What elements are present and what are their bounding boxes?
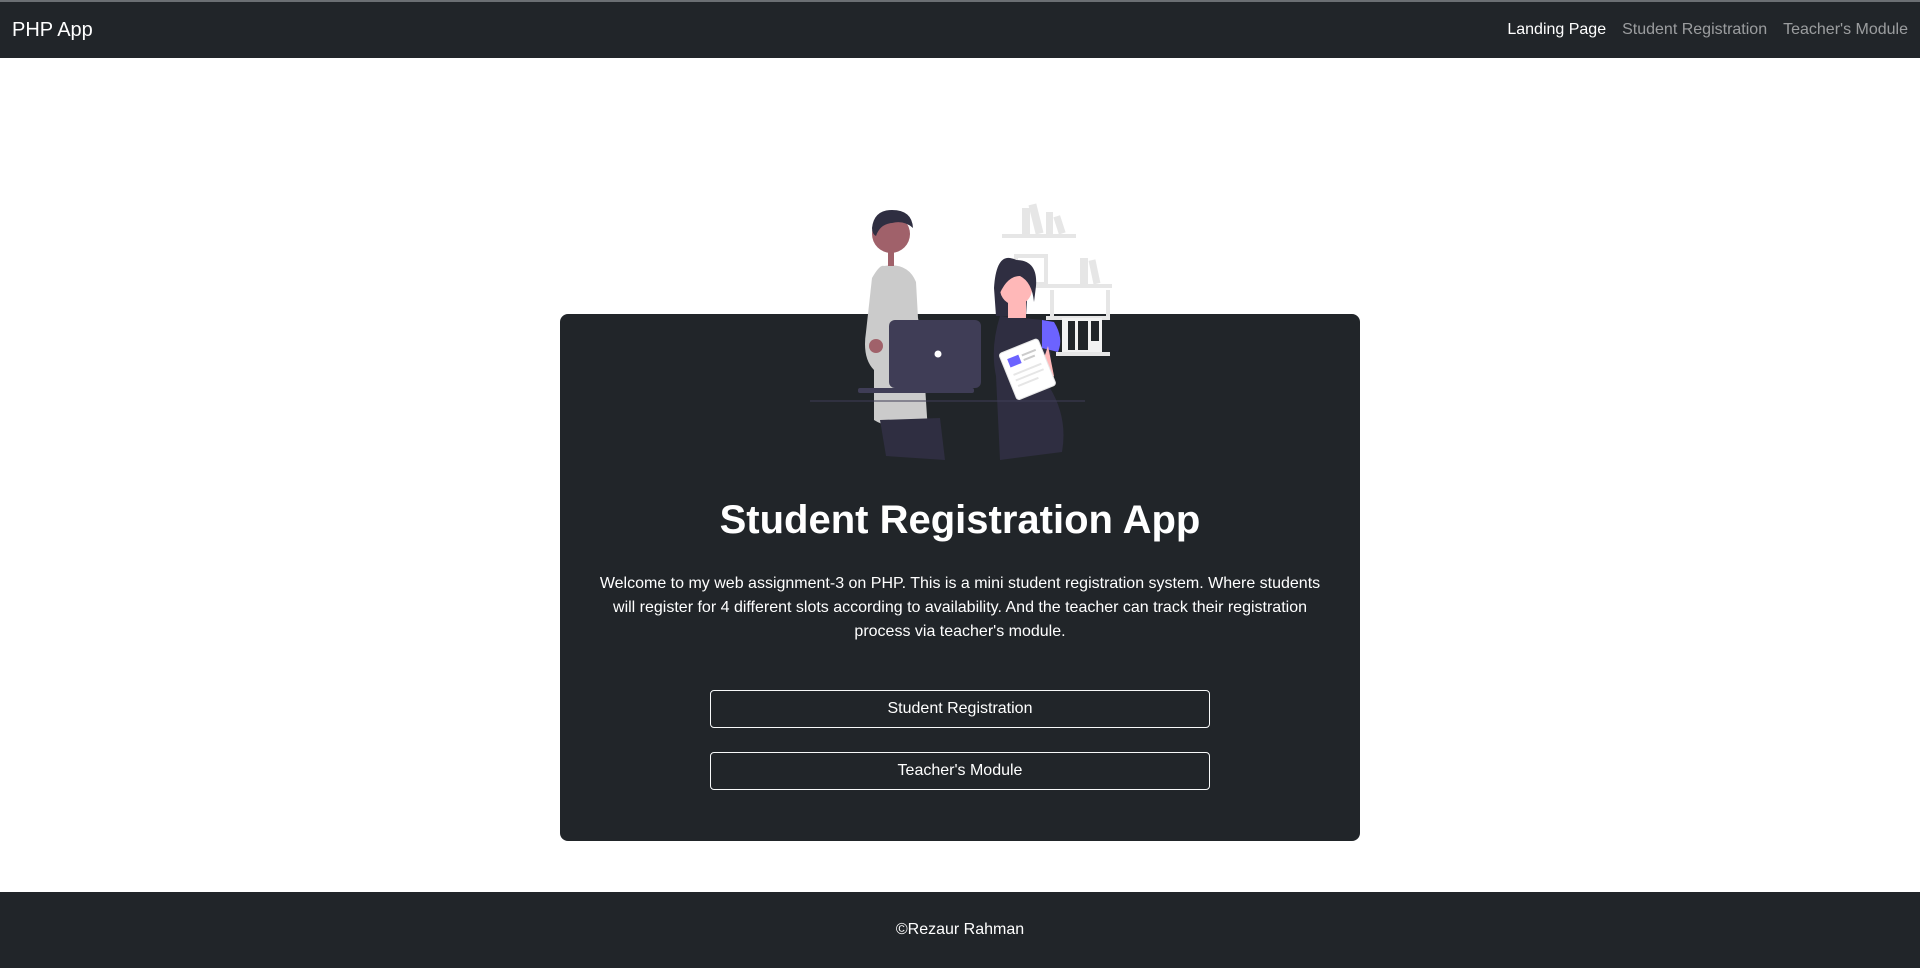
- shelf-books-graphic: [1056, 318, 1110, 356]
- nav-link-teachers-module[interactable]: Teacher's Module: [1783, 21, 1908, 39]
- student-registration-button[interactable]: Student Registration: [710, 690, 1210, 728]
- footer-copyright: ©Rezaur Rahman: [895, 921, 1025, 938]
- teachers-module-button[interactable]: Teacher's Module: [710, 752, 1210, 790]
- navbar: PHP App Landing Page Student Registratio…: [0, 2, 1920, 58]
- people-with-laptop-illustration: [810, 203, 1112, 460]
- nav-link-landing-page[interactable]: Landing Page: [1507, 21, 1606, 39]
- footer: ©Rezaur Rahman: [0, 892, 1920, 968]
- main-content: Student Registration App Welcome to my w…: [0, 58, 1920, 892]
- hero-title: Student Registration App: [719, 498, 1201, 542]
- hero-description: Welcome to my web assignment-3 on PHP. T…: [599, 575, 1321, 640]
- nav-link-student-registration[interactable]: Student Registration: [1622, 21, 1767, 39]
- nav-links: Landing Page Student Registration Teache…: [1507, 21, 1908, 39]
- navbar-brand[interactable]: PHP App: [12, 19, 93, 42]
